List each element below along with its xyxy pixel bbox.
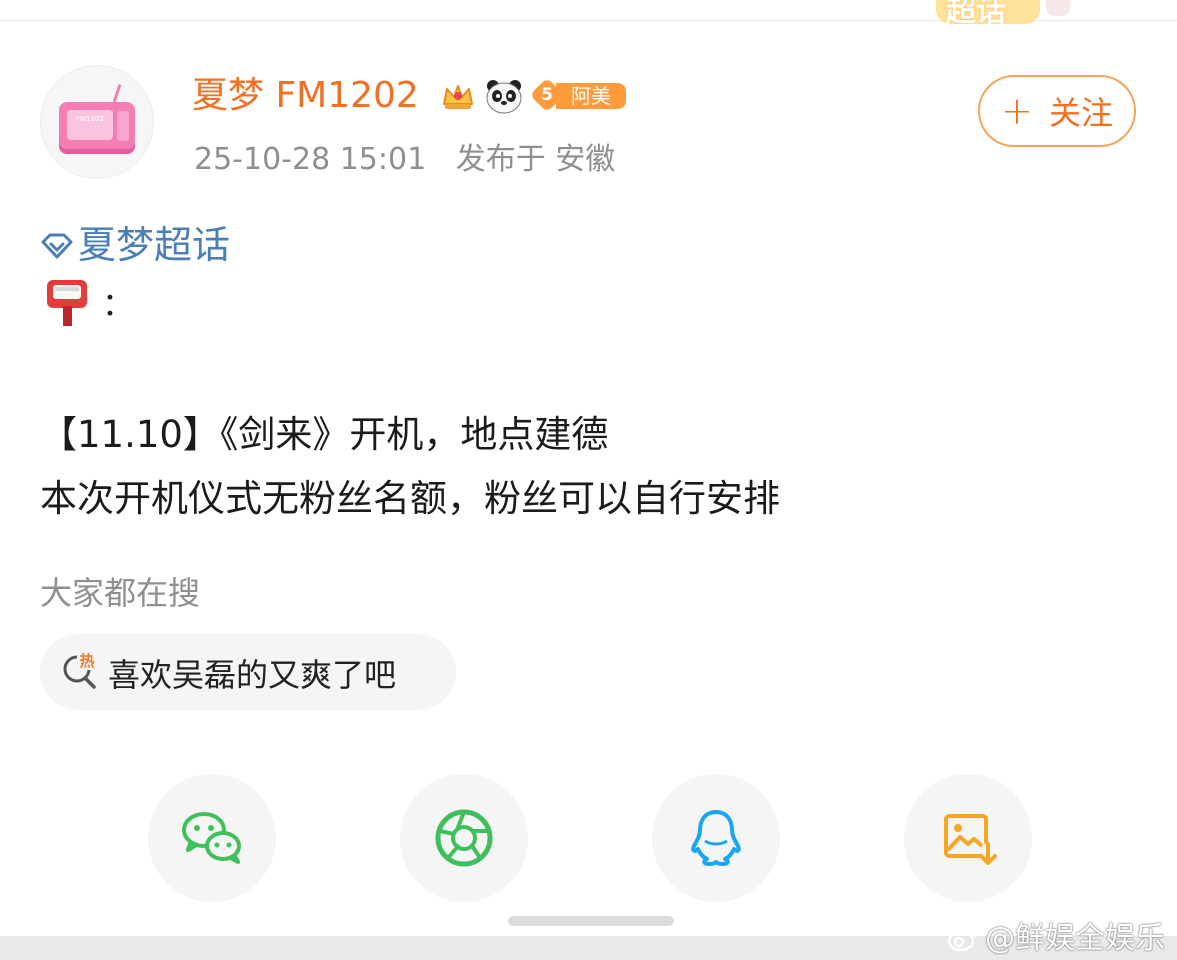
hot-search-text: 喜欢吴磊的又爽了吧 — [108, 656, 397, 694]
fan-badge-level: 5 — [541, 85, 553, 105]
post-location: 发布于 安徽 — [455, 142, 616, 177]
qq-icon — [691, 810, 741, 866]
super-topic-link[interactable]: 夏梦超话 — [40, 214, 230, 269]
hot-search-icon: 热 — [63, 650, 97, 689]
mailbox-line: ： — [44, 276, 134, 328]
fan-badge[interactable]: 阿美 5 — [529, 77, 628, 113]
save-image-button[interactable] — [904, 774, 1032, 902]
hot-search-icon-label: 热 — [79, 652, 94, 670]
weibo-icon — [947, 926, 978, 952]
follow-button[interactable]: + 关注 — [978, 75, 1136, 147]
super-topic-label: 夏梦超话 — [78, 223, 231, 267]
radio-screen-label: FM1202 — [76, 115, 104, 123]
share-qq-button[interactable] — [652, 774, 780, 902]
crown-icon — [443, 85, 473, 109]
post-text-line-2: 本次开机仪式无粉丝名额，粉丝可以自行安排 — [40, 477, 780, 520]
avatar[interactable]: FM1202 — [40, 65, 154, 179]
diamond-icon — [41, 233, 73, 259]
panda-icon — [486, 80, 522, 114]
radio-screen: FM1202 — [67, 110, 113, 140]
hot-search-chip[interactable]: 热 喜欢吴磊的又爽了吧 — [40, 634, 456, 710]
save-image-icon — [944, 814, 997, 865]
home-indicator — [508, 916, 674, 926]
watermark-text: @鲜娱全娱乐 — [985, 921, 1165, 956]
postbox-icon — [47, 280, 87, 326]
search-section-title: 大家都在搜 — [40, 574, 201, 612]
fan-badge-name: 阿美 — [556, 83, 626, 109]
post-timestamp: 25-10-28 15:01 — [194, 142, 427, 177]
post-text-line-1: 【11.10】《剑来》开机，地点建德 — [40, 413, 609, 456]
username[interactable]: 夏梦 FM1202 — [192, 72, 419, 120]
share-wechat-button[interactable] — [148, 774, 276, 902]
super-topic-tab-arrow-icon[interactable] — [1046, 0, 1070, 16]
watermark: @鲜娱全娱乐 — [947, 913, 1165, 957]
super-topic-tab-label: 超话 — [946, 0, 1006, 24]
share-moments-button[interactable] — [400, 774, 528, 902]
moments-icon — [435, 809, 493, 867]
follow-button-label: 关注 — [1049, 94, 1114, 132]
mailbox-colon: ： — [102, 285, 135, 323]
super-topic-tab[interactable]: 超话 — [936, 0, 1040, 24]
wechat-icon — [182, 812, 241, 864]
post-meta: 25-10-28 15:01 发布于 安徽 — [194, 134, 615, 178]
plus-icon: + — [1000, 89, 1033, 133]
radio-knobs — [117, 111, 129, 141]
radio-avatar-icon: FM1202 — [59, 102, 135, 154]
